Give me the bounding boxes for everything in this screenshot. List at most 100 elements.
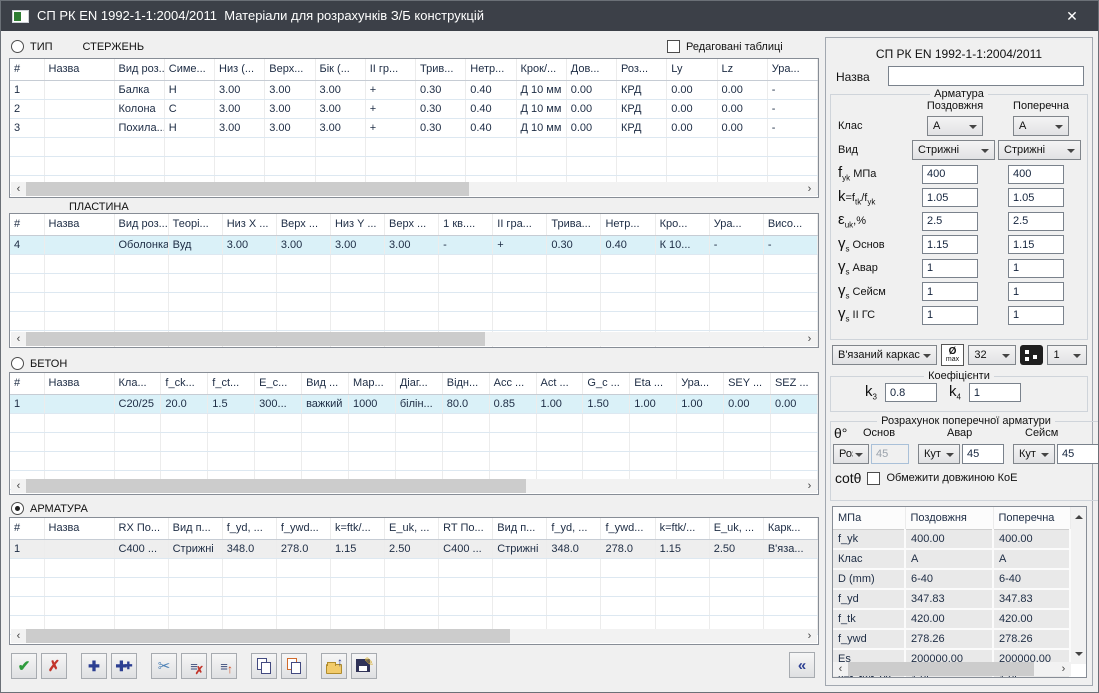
column-header[interactable]: E_uk, ...	[709, 518, 763, 539]
cut-button[interactable]: ✂	[151, 653, 177, 679]
param-input-longitudinal[interactable]	[922, 235, 978, 254]
column-header[interactable]: f_ct...	[208, 373, 255, 394]
table-row[interactable]: 1C400 ...Стрижні348.0278.01.152.50C400 .…	[10, 539, 818, 558]
table-row[interactable]: f_yd347.83347.83	[833, 589, 1070, 609]
cell[interactable]: 0.40	[466, 118, 516, 137]
kind-transverse-select[interactable]: Стрижні	[998, 140, 1081, 160]
cell[interactable]: D (mm)	[833, 569, 905, 589]
column-header[interactable]: Верх...	[265, 59, 315, 80]
column-header[interactable]: Висо...	[763, 214, 817, 235]
cell[interactable]: 347.83	[993, 589, 1070, 609]
cell[interactable]: 0.85	[489, 394, 536, 413]
table-row[interactable]: 2КолонаС3.003.003.00+0.300.40Д 10 мм0.00…	[10, 99, 818, 118]
vertical-scrollbar[interactable]	[1071, 507, 1086, 664]
kind-longitudinal-select[interactable]: Стрижні	[912, 140, 995, 160]
column-header[interactable]: k=ftk/...	[655, 518, 709, 539]
column-header[interactable]: #	[10, 518, 44, 539]
horizontal-scrollbar[interactable]: ‹ ›	[833, 662, 1071, 676]
column-header[interactable]: Вид роз...	[114, 59, 164, 80]
scroll-up-icon[interactable]	[1075, 511, 1083, 519]
move-rows-button[interactable]: ≡↑	[211, 653, 237, 679]
cell[interactable]: білін...	[395, 394, 442, 413]
scrollbar-thumb[interactable]	[26, 479, 526, 493]
column-header[interactable]: #	[10, 214, 44, 235]
cell[interactable]: 1.15	[655, 539, 709, 558]
cell[interactable]: 3.00	[222, 235, 276, 254]
cell[interactable]: 0.40	[466, 80, 516, 99]
cell[interactable]: f_yd	[833, 589, 905, 609]
scroll-left-icon[interactable]: ‹	[11, 182, 26, 196]
cell[interactable]: +	[365, 99, 415, 118]
cell[interactable]: 1.5	[208, 394, 255, 413]
param-input-transverse[interactable]	[1008, 259, 1064, 278]
column-header[interactable]: #	[10, 373, 44, 394]
column-header[interactable]: Симе...	[164, 59, 214, 80]
column-header[interactable]: Відн...	[442, 373, 489, 394]
scrollbar-thumb[interactable]	[26, 629, 510, 643]
column-header[interactable]: 1 кв....	[439, 214, 493, 235]
cell[interactable]: К 10...	[655, 235, 709, 254]
cell[interactable]: 1000	[348, 394, 395, 413]
column-header[interactable]: Бік (...	[315, 59, 365, 80]
cell[interactable]: 1	[10, 80, 44, 99]
column-header[interactable]: Вид п...	[493, 518, 547, 539]
column-header[interactable]: Acc ...	[489, 373, 536, 394]
column-header[interactable]: Крок/...	[516, 59, 566, 80]
horizontal-scrollbar[interactable]: ‹ ›	[11, 332, 817, 346]
cell[interactable]: 6-40	[905, 569, 993, 589]
table-row[interactable]: КласAA	[833, 549, 1070, 569]
cell[interactable]: 348.0	[222, 539, 276, 558]
cell[interactable]: 0.30	[547, 235, 601, 254]
column-header[interactable]: Трива...	[547, 214, 601, 235]
cell[interactable]: 0.40	[601, 235, 655, 254]
param-input-longitudinal[interactable]	[922, 165, 978, 184]
cancel-button[interactable]: ✗	[41, 653, 67, 679]
cell[interactable]: Балка	[114, 80, 164, 99]
cell[interactable]: 3.00	[315, 99, 365, 118]
param-input-longitudinal[interactable]	[922, 259, 978, 278]
scrollbar-thumb[interactable]	[26, 332, 485, 346]
name-input[interactable]	[888, 66, 1084, 86]
scroll-right-icon[interactable]: ›	[802, 629, 817, 643]
column-header[interactable]: f_yd, ...	[547, 518, 601, 539]
cell[interactable]: 2.50	[709, 539, 763, 558]
cell[interactable]: Вуд	[168, 235, 222, 254]
cell[interactable]: КРД	[617, 80, 667, 99]
cell[interactable]: 400.00	[993, 529, 1070, 549]
cell[interactable]: 0.00	[717, 80, 767, 99]
cell[interactable]: 1.00	[677, 394, 724, 413]
column-header[interactable]: Карк...	[763, 518, 817, 539]
column-header[interactable]: Низ (...	[215, 59, 265, 80]
collapse-panel-button[interactable]: «	[789, 652, 815, 678]
cell[interactable]: 420.00	[905, 609, 993, 629]
cell[interactable]: A	[905, 549, 993, 569]
cell[interactable]: 3.00	[215, 118, 265, 137]
scroll-left-icon[interactable]: ‹	[833, 662, 848, 676]
scroll-right-icon[interactable]: ›	[802, 479, 817, 493]
column-header[interactable]: II гр...	[365, 59, 415, 80]
import-button[interactable]: ↑	[321, 653, 347, 679]
column-header[interactable]: Поздовжня	[905, 507, 993, 529]
param-input-longitudinal[interactable]	[922, 306, 978, 325]
column-header[interactable]: Ура...	[677, 373, 724, 394]
table-row[interactable]: 3Похила...Н3.003.003.00+0.300.40Д 10 мм0…	[10, 118, 818, 137]
column-header[interactable]: Назва	[44, 518, 114, 539]
cell[interactable]: 3.00	[276, 235, 330, 254]
cell[interactable]: 1.15	[330, 539, 384, 558]
column-header[interactable]: Низ Y ...	[330, 214, 384, 235]
scroll-left-icon[interactable]: ‹	[11, 479, 26, 493]
cell[interactable]: 1	[10, 394, 44, 413]
cell[interactable]: f_yk	[833, 529, 905, 549]
apply-button[interactable]: ✔	[11, 653, 37, 679]
k3-input[interactable]	[885, 383, 937, 402]
cell[interactable]: С	[164, 99, 214, 118]
cell[interactable]: +	[365, 80, 415, 99]
cell[interactable]: КРД	[617, 118, 667, 137]
column-header[interactable]: E_uk, ...	[385, 518, 439, 539]
column-header[interactable]: Ура...	[767, 59, 817, 80]
cell[interactable]: 3.00	[385, 235, 439, 254]
cell[interactable]: Стрижні	[168, 539, 222, 558]
cell[interactable]: 0.00	[770, 394, 817, 413]
add-rows-button[interactable]: ✚✚	[111, 653, 137, 679]
cell[interactable]: -	[767, 99, 817, 118]
